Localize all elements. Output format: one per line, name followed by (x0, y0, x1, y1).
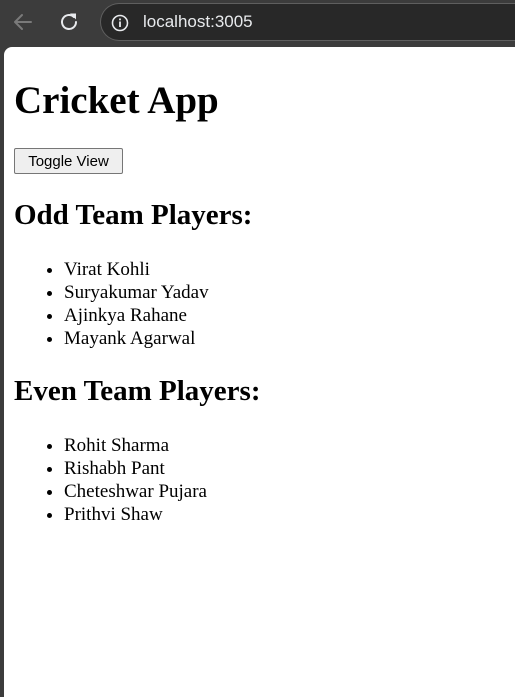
odd-team-list: Virat Kohli Suryakumar Yadav Ajinkya Rah… (14, 258, 209, 350)
back-button[interactable] (9, 8, 37, 36)
even-team-list: Rohit Sharma Rishabh Pant Cheteshwar Puj… (14, 434, 207, 526)
list-item: Prithvi Shaw (64, 503, 207, 526)
list-item: Cheteshwar Pujara (64, 480, 207, 503)
list-item: Rohit Sharma (64, 434, 207, 457)
info-icon[interactable] (111, 14, 129, 32)
toggle-view-button[interactable]: Toggle View (14, 148, 123, 174)
url-text[interactable]: localhost:3005 (143, 12, 253, 32)
list-item: Ajinkya Rahane (64, 304, 209, 327)
odd-team-heading: Odd Team Players: (14, 199, 253, 231)
reload-icon (61, 13, 77, 30)
reload-button[interactable] (55, 8, 83, 36)
list-item: Mayank Agarwal (64, 327, 209, 350)
address-bar[interactable]: localhost:3005 (100, 3, 515, 41)
browser-toolbar: localhost:3005 (0, 0, 515, 46)
list-item: Suryakumar Yadav (64, 281, 209, 304)
arrow-left-icon (14, 14, 32, 30)
list-item: Virat Kohli (64, 258, 209, 281)
page-viewport: Cricket App Toggle View Odd Team Players… (4, 47, 515, 697)
even-team-heading: Even Team Players: (14, 375, 261, 407)
list-item: Rishabh Pant (64, 457, 207, 480)
page-title: Cricket App (14, 79, 219, 122)
